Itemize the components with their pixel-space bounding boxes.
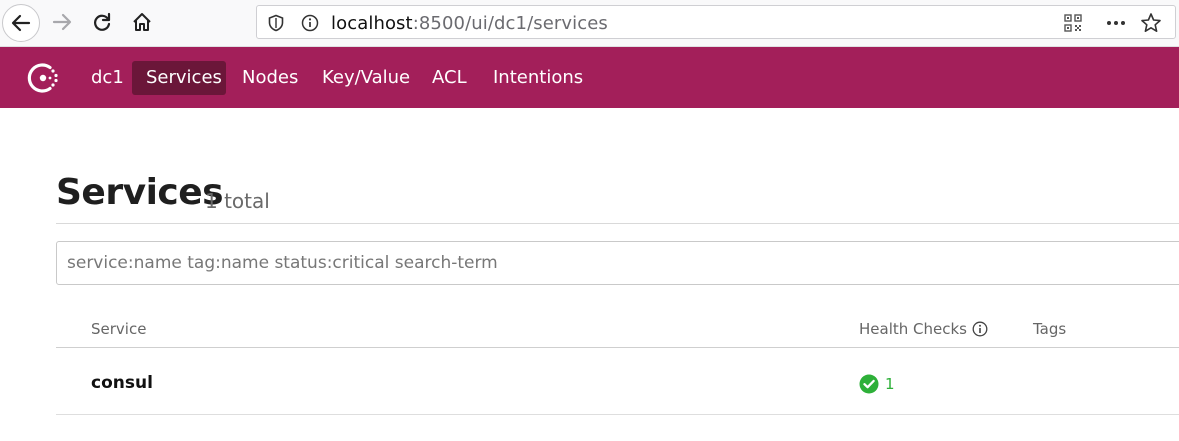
reload-button[interactable] — [84, 4, 120, 40]
home-icon — [133, 13, 151, 31]
back-button[interactable] — [2, 4, 40, 42]
total-count: 1 total — [205, 189, 270, 213]
health-checks-label: Health Checks — [859, 320, 967, 338]
arrow-left-icon — [11, 14, 31, 32]
table-row[interactable]: consul 1 — [56, 348, 1179, 415]
app-header: dc1 Services Nodes Key/Value ACL Intenti… — [0, 47, 1179, 108]
consul-logo-icon[interactable] — [25, 60, 61, 96]
nav-acl[interactable]: ACL — [418, 61, 481, 95]
column-header-health-checks[interactable]: Health Checks — [859, 320, 988, 338]
shield-icon[interactable] — [267, 14, 285, 32]
nav-intentions[interactable]: Intentions — [479, 61, 597, 95]
datacenter-selector[interactable]: dc1 — [77, 61, 138, 95]
search-input[interactable] — [56, 241, 1179, 285]
column-header-service[interactable]: Service — [91, 320, 146, 338]
arrow-right-icon — [52, 13, 72, 31]
column-header-tags[interactable]: Tags — [1033, 320, 1066, 338]
service-name[interactable]: consul — [91, 373, 153, 393]
url-text: localhost:8500/ui/dc1/services — [331, 13, 608, 34]
nav-nodes[interactable]: Nodes — [228, 61, 312, 95]
info-icon[interactable] — [972, 321, 988, 337]
nav-key-value[interactable]: Key/Value — [308, 61, 424, 95]
title-divider — [56, 223, 1179, 224]
info-icon[interactable] — [301, 14, 319, 32]
nav-services[interactable]: Services — [132, 61, 226, 95]
health-checks-cell: 1 — [859, 374, 895, 394]
more-actions-icon[interactable] — [1105, 14, 1127, 32]
address-bar[interactable]: localhost:8500/ui/dc1/services — [256, 5, 1176, 39]
reload-icon — [94, 12, 111, 31]
qr-code-icon[interactable] — [1064, 14, 1082, 32]
page-title: Services — [56, 172, 224, 213]
browser-toolbar: localhost:8500/ui/dc1/services — [0, 0, 1179, 47]
passing-count: 1 — [885, 375, 895, 393]
home-button[interactable] — [124, 4, 160, 40]
check-circle-icon — [859, 374, 879, 394]
bookmark-star-icon[interactable] — [1140, 12, 1162, 34]
forward-button[interactable] — [44, 4, 80, 40]
